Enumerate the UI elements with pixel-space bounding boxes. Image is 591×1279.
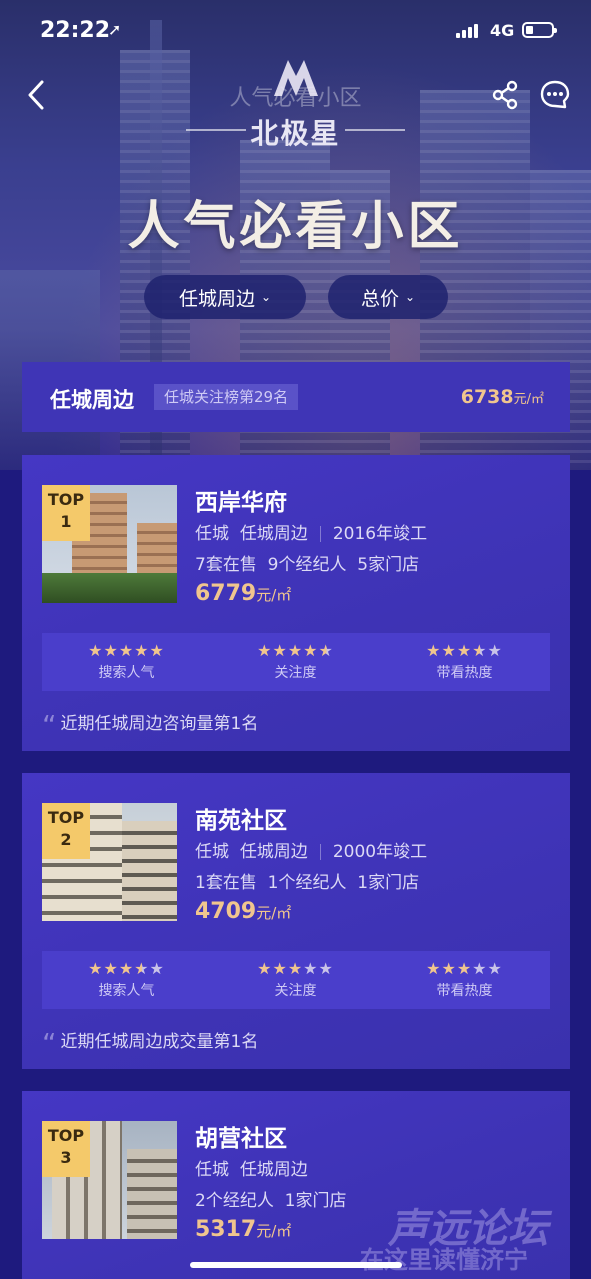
filter-region-label: 任城周边 xyxy=(178,287,255,310)
star-rating-icon: ★★★★★ xyxy=(380,959,549,978)
community-photo: TOP 3 xyxy=(42,1121,177,1239)
top-rank-tag: TOP 1 xyxy=(42,485,90,541)
share-button[interactable] xyxy=(488,78,522,112)
star-icon: ★ xyxy=(441,959,457,978)
community-highlight: “近期任城周边咨询量第1名 xyxy=(42,709,259,742)
star-icon: ★ xyxy=(257,641,273,660)
star-icon: ★ xyxy=(472,641,488,660)
quote-icon: “ xyxy=(42,709,57,742)
star-rating-icon: ★★★★★ xyxy=(42,959,211,978)
star-icon: ★ xyxy=(318,641,334,660)
star-icon: ★ xyxy=(118,959,135,978)
page-headline: 人气必看小区 xyxy=(127,197,464,257)
rating-attention: ★★★★★ 关注度 xyxy=(211,951,380,1009)
brand-name: 北极星 xyxy=(250,117,341,150)
star-icon: ★ xyxy=(88,641,104,660)
quote-icon: “ xyxy=(42,1027,57,1060)
community-location: 任城 任城周边 2000年竣工 xyxy=(195,842,428,862)
star-icon: ★ xyxy=(426,959,442,978)
community-location: 任城 任城周边 xyxy=(195,1160,308,1180)
network-type: 4G xyxy=(490,21,515,40)
rating-panel: ★★★★★ 搜索人气 ★★★★★ 关注度 ★★★★★ 带看热度 xyxy=(42,951,550,1009)
star-icon: ★ xyxy=(149,959,165,978)
star-icon: ★ xyxy=(149,641,165,660)
rating-viewing-heat: ★★★★★ 带看热度 xyxy=(380,951,549,1009)
star-icon: ★ xyxy=(134,641,150,660)
watermark-slogan: 在这里读懂济宁 xyxy=(360,1246,528,1274)
community-price: 6779元/㎡ xyxy=(195,581,292,606)
star-icon: ★ xyxy=(272,641,288,660)
battery-icon xyxy=(522,22,557,38)
home-indicator[interactable] xyxy=(190,1262,402,1268)
star-icon: ★ xyxy=(441,641,457,660)
filter-price-label: 总价 xyxy=(360,287,399,310)
community-photo: TOP 1 xyxy=(42,485,177,603)
filter-price-dropdown[interactable]: 总价 ⌄ xyxy=(328,275,448,319)
signal-icon xyxy=(456,24,482,38)
rating-search-popularity: ★★★★★ 搜索人气 xyxy=(42,633,211,691)
message-button[interactable] xyxy=(538,78,572,112)
community-card[interactable]: TOP 2 南苑社区 任城 任城周边 2000年竣工 1套在售 1个经纪人 1家门店… xyxy=(22,773,570,1069)
star-rating-icon: ★★★★★ xyxy=(211,641,380,660)
status-time: 22:22 xyxy=(40,18,111,43)
brand-divider-right xyxy=(345,129,405,131)
community-name: 南苑社区 xyxy=(195,808,287,834)
community-stats: 2个经纪人 1家门店 xyxy=(195,1191,347,1211)
star-icon: ★ xyxy=(318,959,334,978)
star-icon: ★ xyxy=(456,959,473,978)
location-arrow-icon: ➚ xyxy=(108,20,122,39)
rating-search-popularity: ★★★★★ 搜索人气 xyxy=(42,951,211,1009)
region-name: 任城周边 xyxy=(50,388,134,412)
community-stats: 7套在售 9个经纪人 5家门店 xyxy=(195,555,420,575)
star-icon: ★ xyxy=(303,959,319,978)
star-rating-icon: ★★★★★ xyxy=(380,641,549,660)
star-icon: ★ xyxy=(272,959,288,978)
star-icon: ★ xyxy=(118,641,135,660)
rating-viewing-heat: ★★★★★ 带看热度 xyxy=(380,633,549,691)
rating-panel: ★★★★★ 搜索人气 ★★★★★ 关注度 ★★★★★ 带看热度 xyxy=(42,633,550,691)
star-icon: ★ xyxy=(456,641,473,660)
star-icon: ★ xyxy=(88,959,104,978)
community-name: 胡营社区 xyxy=(195,1126,287,1152)
community-name: 西岸华府 xyxy=(195,490,287,516)
rating-attention: ★★★★★ 关注度 xyxy=(211,633,380,691)
top-rank-tag: TOP 3 xyxy=(42,1121,90,1177)
community-photo: TOP 2 xyxy=(42,803,177,921)
star-icon: ★ xyxy=(487,641,503,660)
star-icon: ★ xyxy=(303,641,319,660)
star-icon: ★ xyxy=(134,959,150,978)
region-avg-price: 6738元/㎡ xyxy=(460,386,544,408)
star-icon: ★ xyxy=(103,959,119,978)
star-icon: ★ xyxy=(103,641,119,660)
star-icon: ★ xyxy=(472,959,488,978)
filter-region-dropdown[interactable]: 任城周边 ⌄ xyxy=(144,275,306,319)
brand-logo-icon xyxy=(274,60,318,96)
community-location: 任城 任城周边 2016年竣工 xyxy=(195,524,428,544)
star-rating-icon: ★★★★★ xyxy=(211,959,380,978)
status-bar: 22:22 ➚ 4G xyxy=(0,0,591,64)
chevron-down-icon: ⌄ xyxy=(404,290,416,304)
star-icon: ★ xyxy=(426,641,442,660)
community-price: 4709元/㎡ xyxy=(195,899,292,924)
top-rank-tag: TOP 2 xyxy=(42,803,90,859)
chat-bubble-icon xyxy=(540,80,570,109)
region-rank-badge: 任城关注榜第29名 xyxy=(154,384,299,410)
star-icon: ★ xyxy=(487,959,503,978)
region-summary: 任城周边 任城关注榜第29名 6738元/㎡ xyxy=(22,362,570,432)
community-highlight: “近期任城周边成交量第1名 xyxy=(42,1027,259,1060)
chevron-down-icon: ⌄ xyxy=(260,290,272,304)
star-icon: ★ xyxy=(287,641,304,660)
community-stats: 1套在售 1个经纪人 1家门店 xyxy=(195,873,420,893)
share-icon xyxy=(492,80,518,110)
star-icon: ★ xyxy=(287,959,304,978)
star-rating-icon: ★★★★★ xyxy=(42,641,211,660)
community-price: 5317元/㎡ xyxy=(195,1217,292,1242)
community-card[interactable]: TOP 1 西岸华府 任城 任城周边 2016年竣工 7套在售 9个经纪人 5家门店… xyxy=(22,455,570,751)
star-icon: ★ xyxy=(257,959,273,978)
